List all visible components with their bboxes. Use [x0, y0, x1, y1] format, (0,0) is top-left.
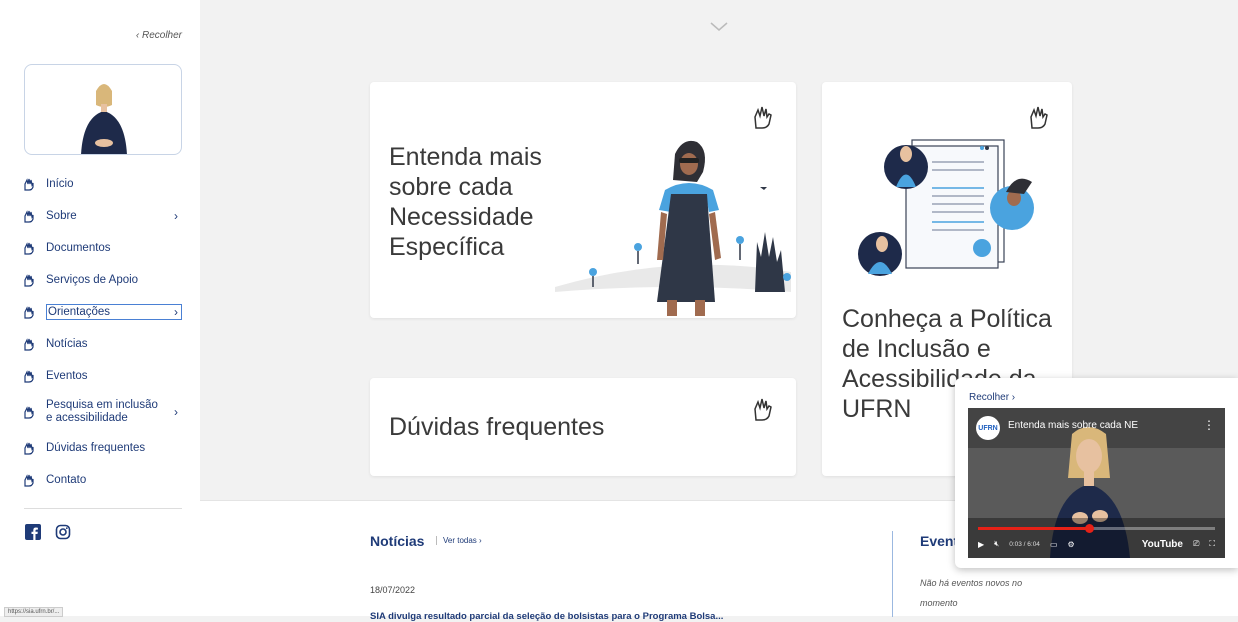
sidebar-item-label: Orientações [48, 306, 111, 318]
sidebar-item-duvidas-frequentes[interactable]: Dúvidas frequentes [22, 432, 182, 464]
sidebar-item-servicos-de-apoio[interactable]: Serviços de Apoio [22, 264, 182, 296]
focus-outline: Orientações [46, 304, 182, 320]
mute-icon[interactable]: 🔇︎ [994, 539, 999, 549]
news-date: 18/07/2022 [370, 585, 416, 595]
settings-icon[interactable]: ⚙ [1068, 540, 1075, 549]
instagram-icon[interactable] [55, 524, 71, 540]
floating-video-panel: Recolher › UFRN Entenda mais sobre cada … [955, 378, 1238, 568]
hand-sign-icon [24, 370, 34, 383]
youtube-video-player[interactable]: UFRN Entenda mais sobre cada NE ⋮ ▶ 🔇︎ 0… [968, 408, 1225, 558]
sidebar-item-label: Eventos [46, 370, 88, 382]
interpreter-figure [81, 84, 127, 154]
progress-fill [978, 527, 1090, 530]
chevron-down-icon[interactable] [710, 22, 728, 32]
video-title[interactable]: Entenda mais sobre cada NE [1008, 420, 1138, 431]
social-links [25, 524, 71, 540]
hand-sign-icon [24, 406, 34, 419]
video-progress-bar[interactable] [978, 524, 1215, 533]
sidebar-item-label: Notícias [46, 338, 88, 350]
sidebar-item-sobre[interactable]: Sobre › [22, 200, 182, 232]
chevron-right-icon: › [174, 305, 178, 319]
sidebar-item-eventos[interactable]: Eventos [22, 360, 182, 392]
hand-sign-icon [1030, 106, 1048, 129]
video-controls: ▶ 🔇︎ 0:03 / 6:04 ▭ ⚙ YouTube ⎚ ⛶ [978, 536, 1215, 552]
fullscreen-icon[interactable]: ⛶ [1209, 539, 1215, 549]
sidebar-item-documentos[interactable]: Documentos [22, 232, 182, 264]
hand-sign-icon [24, 274, 34, 287]
hand-sign-icon [754, 398, 772, 421]
news-headline-link[interactable]: SIA divulga resultado parcial da seleção… [370, 611, 723, 622]
play-icon[interactable]: ▶ [978, 540, 984, 549]
sidebar-item-label: Documentos [46, 242, 111, 254]
facebook-icon[interactable] [25, 524, 41, 540]
hand-sign-icon [24, 178, 34, 191]
sidebar-nav: Início Sobre › Documentos Serviços de Ap… [22, 168, 182, 496]
sidebar-item-pesquisa[interactable]: Pesquisa em inclusão e acessibilidade › [22, 392, 182, 432]
video-collapse-link[interactable]: Recolher › [969, 392, 1015, 403]
sidebar: ‹ Recolher Início Sobre › Documentos Ser… [0, 0, 200, 617]
sidebar-item-noticias[interactable]: Notícias [22, 328, 182, 360]
hand-sign-icon [24, 210, 34, 223]
hand-sign-icon [24, 442, 34, 455]
card-necessidades-especificas[interactable]: Entenda mais sobre cada Necessidade Espe… [370, 82, 796, 318]
news-see-all-link[interactable]: Ver todas › [436, 536, 482, 545]
woman-illustration [555, 140, 791, 316]
sidebar-divider [24, 508, 182, 509]
sidebar-item-orientacoes[interactable]: Orientações › [22, 296, 182, 328]
events-empty-message: Não há eventos novos no momento [920, 578, 1023, 608]
sign-language-interpreter-video[interactable] [24, 64, 182, 155]
youtube-logo[interactable]: YouTube [1142, 539, 1183, 550]
sidebar-item-contato[interactable]: Contato [22, 464, 182, 496]
hand-sign-icon [754, 106, 772, 129]
hand-sign-icon [24, 242, 34, 255]
documents-people-illustration [858, 139, 1034, 276]
sidebar-item-label: Contato [46, 474, 87, 486]
sidebar-item-label: Início [46, 178, 74, 190]
card-title: Entenda mais sobre cada Necessidade Espe… [389, 143, 542, 261]
video-time: 0:03 / 6:04 [1009, 540, 1040, 548]
sidebar-item-label: Dúvidas frequentes [46, 442, 146, 454]
cast-icon[interactable]: ⎚ [1193, 539, 1199, 549]
sidebar-item-label: Sobre [46, 210, 77, 222]
news-heading: Notícias [370, 533, 425, 549]
sidebar-item-label: Serviços de Apoio [46, 274, 139, 286]
sidebar-item-label: Pesquisa em inclusão e acessibilidade [46, 399, 158, 424]
hand-sign-icon [24, 338, 34, 351]
hand-sign-icon [24, 306, 34, 319]
chevron-right-icon: › [174, 404, 178, 419]
card-title: Dúvidas frequentes [389, 413, 605, 441]
section-divider [892, 531, 893, 617]
hand-sign-icon [24, 474, 34, 487]
card-duvidas-frequentes[interactable]: Dúvidas frequentes [370, 378, 796, 476]
sidebar-item-inicio[interactable]: Início [22, 168, 182, 200]
more-options-icon[interactable]: ⋮ [1203, 418, 1215, 432]
captions-icon[interactable]: ▭ [1050, 540, 1058, 549]
chevron-right-icon: › [174, 209, 178, 223]
channel-logo[interactable]: UFRN [976, 416, 1000, 440]
sidebar-collapse-link[interactable]: ‹ Recolher [136, 30, 182, 41]
